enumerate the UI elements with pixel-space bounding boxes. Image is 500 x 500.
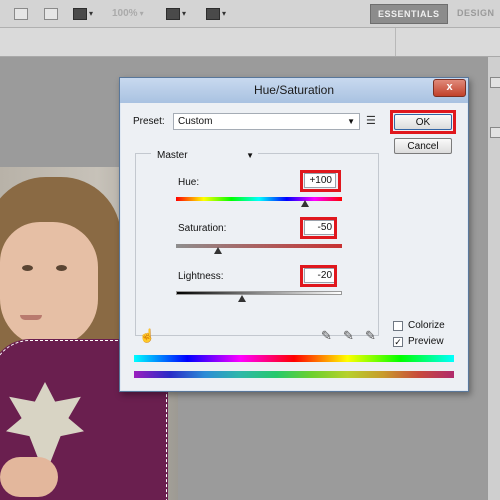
input-color-bar [134, 355, 454, 362]
view-extras-button[interactable]: ▾ [73, 6, 93, 21]
adjustment-group: Master ▼ Hue: +100 Saturation: -50 Light… [135, 148, 379, 336]
application-bar: ▾ 100% ▾ ▾ ▾ ESSENTIALS DESIGN [0, 0, 500, 28]
zoom-level-text: 100% [112, 8, 138, 19]
photo-eye [56, 265, 67, 271]
hue-slider[interactable] [176, 197, 342, 201]
photo-hand [0, 457, 58, 497]
cancel-button[interactable]: Cancel [394, 138, 452, 154]
zoom-level[interactable]: 100% ▾ [112, 6, 144, 21]
eyedropper-icon[interactable]: ✎ [321, 328, 332, 344]
dialog-title: Hue/Saturation [253, 83, 335, 97]
preset-label: Preset: [133, 116, 165, 127]
chevron-down-icon: ▼ [347, 117, 355, 126]
panel-icon[interactable] [490, 77, 500, 88]
output-color-bar [134, 371, 454, 378]
options-bar [0, 28, 500, 57]
chevron-down-icon: ▼ [246, 151, 254, 160]
hue-saturation-dialog: Hue/Saturation x Preset: Custom ▼ ☰ OK C… [119, 77, 469, 392]
lightness-slider-handle[interactable] [238, 295, 247, 302]
dialog-body: Preset: Custom ▼ ☰ OK Cancel Master ▼ Hu… [121, 103, 467, 390]
dialog-titlebar[interactable]: Hue/Saturation x [120, 78, 468, 103]
preview-label: Preview [408, 336, 444, 347]
screen-mode-button[interactable]: ▾ [206, 6, 226, 21]
channel-dropdown[interactable]: Master ▼ [151, 148, 258, 164]
arrange-documents-button[interactable]: ▾ [166, 6, 186, 21]
colorize-label: Colorize [408, 320, 445, 331]
preset-dropdown[interactable]: Custom ▼ [173, 113, 360, 130]
targeted-adjustment-hand-icon[interactable]: ☝ [139, 328, 155, 344]
image-icon[interactable] [44, 6, 58, 21]
saturation-slider[interactable] [176, 244, 342, 248]
hue-slider-handle[interactable] [301, 200, 310, 207]
right-panel-dock [487, 57, 500, 500]
ok-highlight-box [390, 110, 456, 134]
workspace-essentials[interactable]: ESSENTIALS [370, 4, 448, 24]
lightness-label: Lightness: [178, 271, 224, 282]
hue-highlight-box [300, 170, 341, 192]
lightness-highlight-box [300, 265, 337, 287]
saturation-label: Saturation: [178, 223, 227, 234]
saturation-slider-handle[interactable] [213, 247, 222, 254]
photo-mouth [20, 315, 42, 320]
workspace-design[interactable]: DESIGN [450, 4, 500, 22]
colorize-checkbox[interactable] [393, 321, 403, 331]
photo-face [0, 222, 98, 347]
saturation-highlight-box [300, 217, 337, 239]
photo-eye [22, 265, 33, 271]
preview-checkbox[interactable]: ✓ [393, 337, 403, 347]
panel-icon[interactable] [490, 127, 500, 138]
app-menu-icon[interactable] [14, 6, 28, 21]
preset-value: Custom [178, 116, 213, 127]
close-button[interactable]: x [433, 79, 466, 97]
hue-label: Hue: [178, 177, 200, 188]
preview-check-mark: ✓ [394, 337, 402, 347]
subtract-from-sample-eyedropper-icon[interactable]: ✎ [365, 328, 376, 344]
channel-value: Master [157, 150, 188, 161]
preset-options-icon[interactable]: ☰ [366, 114, 376, 127]
lightness-slider[interactable] [176, 291, 342, 295]
add-to-sample-eyedropper-icon[interactable]: ✎ [343, 328, 354, 344]
